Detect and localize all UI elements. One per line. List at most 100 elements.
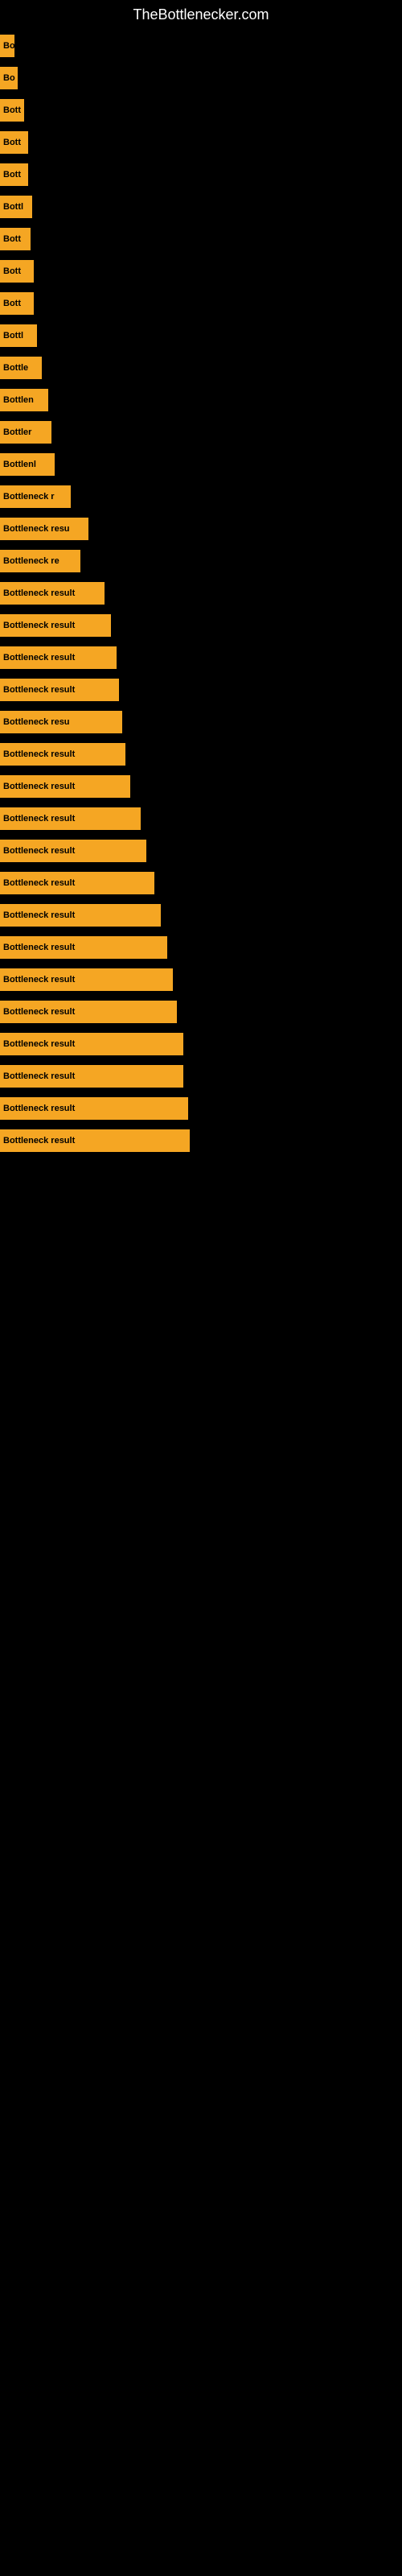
bar: Bottleneck result — [0, 679, 119, 701]
bar-label: Bottleneck result — [3, 910, 75, 920]
bar: Bottleneck re — [0, 550, 80, 572]
bar-row: Bottleneck resu — [0, 706, 402, 738]
bar: Bottl — [0, 324, 37, 347]
bar-row: Bottleneck result — [0, 803, 402, 835]
bar-label: Bottleneck resu — [3, 717, 70, 727]
bar-row: Bott — [0, 287, 402, 320]
bar-row: Bottleneck result — [0, 738, 402, 770]
bar: Bottleneck result — [0, 582, 105, 605]
bar-label: Bo — [3, 41, 14, 51]
bar-label: Bottleneck r — [3, 492, 55, 502]
bar-label: Bottleneck result — [3, 1071, 75, 1081]
bar-label: Bott — [3, 266, 21, 276]
bar-label: Bottleneck result — [3, 749, 75, 759]
bar-row: Bottleneck result — [0, 835, 402, 867]
bar: Bottleneck result — [0, 1033, 183, 1055]
bar-row: Bottleneck result — [0, 1092, 402, 1125]
bar-label: Bott — [3, 105, 21, 115]
bar-row: Bott — [0, 94, 402, 126]
bar-row: Bottleneck result — [0, 770, 402, 803]
bar-row: Bott — [0, 255, 402, 287]
bar-row: Bottleneck result — [0, 899, 402, 931]
bar: Bottleneck resu — [0, 711, 122, 733]
bar-label: Bottleneck result — [3, 653, 75, 663]
bar: Bott — [0, 131, 28, 154]
bar-label: Bottleneck result — [3, 685, 75, 695]
bar-row: Bott — [0, 223, 402, 255]
bar-row: Bottleneck result — [0, 867, 402, 899]
bar: Bottle — [0, 357, 42, 379]
bar-label: Bottleneck result — [3, 1136, 75, 1146]
bar: Bott — [0, 163, 28, 186]
bar-label: Bottleneck result — [3, 846, 75, 856]
bar-row: Bottleneck result — [0, 964, 402, 996]
bar-row: Bottleneck re — [0, 545, 402, 577]
bar-label: Bottleneck result — [3, 814, 75, 824]
bar: Bo — [0, 35, 14, 57]
bar-label: Bott — [3, 234, 21, 244]
bar-label: Bott — [3, 170, 21, 180]
bar: Bottleneck result — [0, 936, 167, 959]
bar: Bottleneck result — [0, 1065, 183, 1088]
title: TheBottlenecker.com — [0, 0, 402, 30]
bar: Bottleneck result — [0, 614, 111, 637]
bar-label: Bottleneck result — [3, 1007, 75, 1017]
bar-row: Bottleneck resu — [0, 513, 402, 545]
bar-row: Bottl — [0, 320, 402, 352]
bar-row: Bottl — [0, 191, 402, 223]
bar-row: Bott — [0, 159, 402, 191]
bar: Bott — [0, 260, 34, 283]
bar: Bottleneck result — [0, 1129, 190, 1152]
bar-row: Bottleneck result — [0, 996, 402, 1028]
bar: Bott — [0, 292, 34, 315]
bar-row: Bottleneck result — [0, 642, 402, 674]
bar: Bott — [0, 99, 24, 122]
bar-label: Bottleneck result — [3, 782, 75, 791]
bar-row: Bottlenl — [0, 448, 402, 481]
bar-label: Bottleneck re — [3, 556, 59, 566]
bar-label: Bottler — [3, 427, 31, 437]
bar: Bottlenl — [0, 453, 55, 476]
bar-row: Bottle — [0, 352, 402, 384]
bar-row: Bottleneck result — [0, 1060, 402, 1092]
bar-label: Bo — [3, 73, 15, 83]
bar-row: Bottleneck result — [0, 1028, 402, 1060]
bar-label: Bottleneck result — [3, 943, 75, 952]
bar-label: Bottleneck result — [3, 878, 75, 888]
bar: Bo — [0, 67, 18, 89]
bar-label: Bottle — [3, 363, 28, 373]
bar-label: Bottleneck result — [3, 1039, 75, 1049]
bar: Bottleneck result — [0, 807, 141, 830]
bar: Bottleneck resu — [0, 518, 88, 540]
bar-row: Bott — [0, 126, 402, 159]
bar-label: Bottlen — [3, 395, 34, 405]
bar-row: Bottleneck r — [0, 481, 402, 513]
bar: Bottleneck result — [0, 775, 130, 798]
bar-row: Bottleneck result — [0, 674, 402, 706]
bar: Bottleneck result — [0, 1001, 177, 1023]
bar-row: Bottler — [0, 416, 402, 448]
bar: Bottleneck result — [0, 646, 117, 669]
bar: Bottl — [0, 196, 32, 218]
bar-label: Bottleneck result — [3, 588, 75, 598]
bar-row: Bottleneck result — [0, 577, 402, 609]
bar: Bottleneck r — [0, 485, 71, 508]
bar-label: Bottl — [3, 202, 23, 212]
bar: Bottler — [0, 421, 51, 444]
bar: Bottleneck result — [0, 904, 161, 927]
bar: Bottleneck result — [0, 840, 146, 862]
bar-label: Bottleneck result — [3, 975, 75, 985]
bar: Bottleneck result — [0, 1097, 188, 1120]
bar: Bottleneck result — [0, 968, 173, 991]
bar: Bottlen — [0, 389, 48, 411]
bar-row: Bottleneck result — [0, 931, 402, 964]
bar-label: Bott — [3, 299, 21, 308]
bar-label: Bottleneck result — [3, 621, 75, 630]
bar: Bottleneck result — [0, 872, 154, 894]
bar-label: Bottlenl — [3, 460, 36, 469]
bar-label: Bott — [3, 138, 21, 147]
bar-label: Bottl — [3, 331, 23, 341]
bar-row: Bottleneck result — [0, 1125, 402, 1157]
bar: Bottleneck result — [0, 743, 125, 766]
bar-label: Bottleneck result — [3, 1104, 75, 1113]
